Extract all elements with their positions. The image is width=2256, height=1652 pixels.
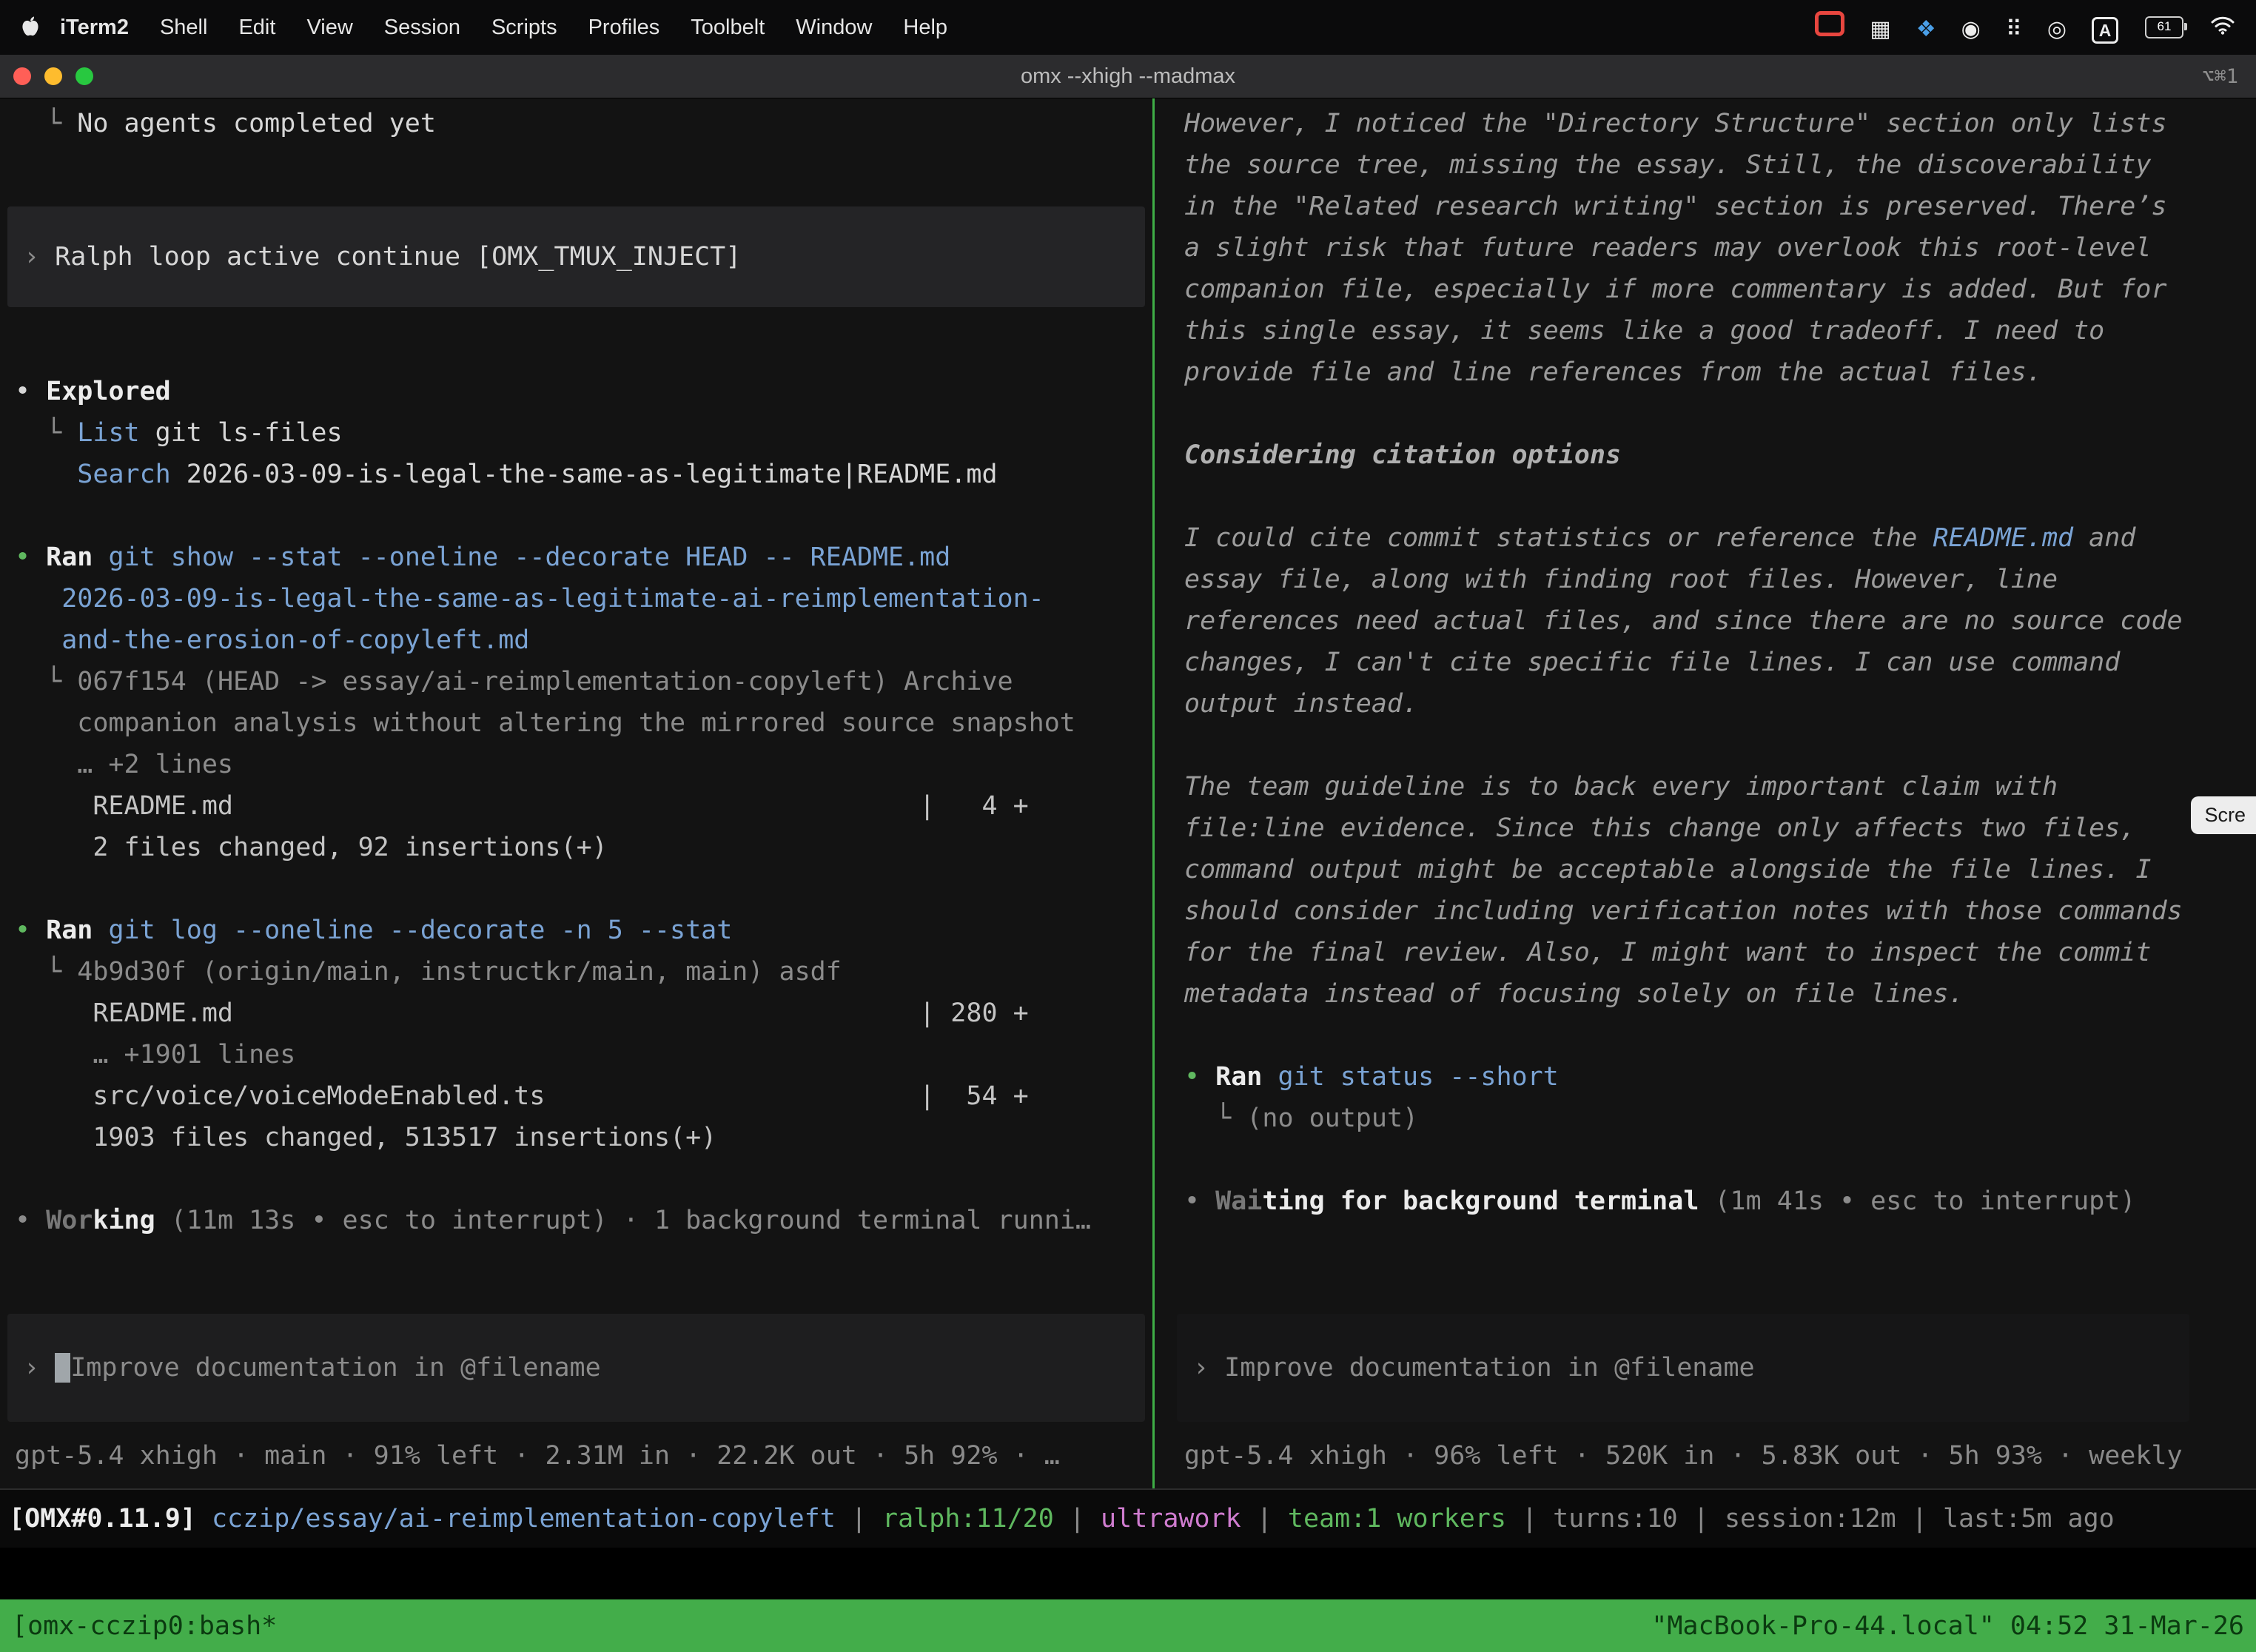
window-grid-icon[interactable]: ▦ [1870,16,1890,42]
menu-item-profiles[interactable]: Profiles [573,16,676,40]
terminal-line [15,495,1152,537]
terminal-line: Considering citation options [1184,434,2197,476]
terminal-line [1184,393,2197,434]
right-command-input[interactable]: › Improve documentation in @filename [1177,1314,2189,1422]
menu-bar-status-icons: ▦ ❖ ◉ ⠿ ◎ A 61 [1790,11,2235,44]
omx-status-line: [OMX#0.11.9] cczip/essay/ai-reimplementa… [9,1504,2115,1534]
clock-icon[interactable]: ◎ [2047,16,2067,42]
terminal-line [15,868,1152,910]
menu-item-toolbelt[interactable]: Toolbelt [675,16,780,40]
session-status-right: gpt-5.4 xhigh · 96% left · 520K in · 5.8… [1184,1435,2197,1477]
window-title-bar: omx --xhigh --madmax ⌥⌘1 [0,55,2256,98]
battery-icon[interactable]: 61 [2145,16,2183,38]
terminal-line: src/voice/voiceModeEnabled.ts | 54 + [15,1075,1152,1117]
terminal-line: I could cite commit statistics or refere… [1184,517,2197,725]
right-pane-spacer [1184,1222,2197,1314]
left-command-input[interactable]: › Improve documentation in @filename [7,1314,1145,1422]
terminal-line: However, I noticed the "Directory Struct… [1184,103,2197,393]
window-shortcut-badge: ⌥⌘1 [2202,65,2256,88]
terminal-line: • Ran git show --stat --oneline --decora… [15,537,1152,578]
apple-menu-icon[interactable] [21,16,40,38]
command-input-right[interactable]: › Improve documentation in @filename [1193,1347,1755,1389]
input-source-icon[interactable]: A [2092,17,2118,44]
terminal-line: 1903 files changed, 513517 insertions(+) [15,1117,1152,1158]
screen: iTerm2ShellEditViewSessionScriptsProfile… [0,0,2256,1652]
left-status-line: gpt-5.4 xhigh · main · 91% left · 2.31M … [15,1435,1152,1477]
tmux-session-label: [omx-cczip0:bash* [12,1611,277,1641]
tmux-status-bar: [omx-cczip0:bash* "MacBook-Pro-44.local"… [0,1599,2256,1652]
omx-status-bar: [OMX#0.11.9] cczip/essay/ai-reimplementa… [0,1488,2256,1548]
terminal-line [15,329,1152,371]
right-terminal-pane: However, I noticed the "Directory Struct… [1155,98,2256,1488]
terminal-line: 2026-03-09-is-legal-the-same-as-legitima… [15,578,1152,620]
ralph-inject-banner: › Ralph loop active continue [OMX_TMUX_I… [7,206,1145,307]
menu-item-scripts[interactable]: Scripts [476,16,573,40]
terminal-area: └ No agents completed yet › Ralph loop ac… [0,98,2256,1488]
wifi-icon[interactable] [2210,15,2235,41]
apps-grid-icon[interactable]: ⠿ [2006,16,2022,42]
menu-item-session[interactable]: Session [369,16,476,40]
terminal-line: and-the-erosion-of-copyleft.md [15,620,1152,661]
terminal-line: companion analysis without altering the … [15,702,1152,744]
terminal-line: • Working (11m 13s • esc to interrupt) ·… [15,1200,1152,1241]
terminal-line [1184,725,2197,766]
bottom-gap [0,1548,2256,1599]
terminal-line: └ No agents completed yet [15,103,1152,144]
swift-icon[interactable]: ❖ [1916,16,1936,42]
menu-item-edit[interactable]: Edit [223,16,291,40]
terminal-line [1184,1015,2197,1056]
left-terminal-pane: └ No agents completed yet › Ralph loop ac… [0,98,1152,1488]
right-status-line: gpt-5.4 xhigh · 96% left · 520K in · 5.8… [1184,1435,2197,1477]
menu-item-iterm2[interactable]: iTerm2 [44,16,144,40]
terminal-line: README.md | 280 + [15,993,1152,1034]
terminal-line: … +1901 lines [15,1034,1152,1075]
terminal-line: • Ran git status --short [1184,1056,2197,1098]
terminal-line: └ 067f154 (HEAD -> essay/ai-reimplementa… [15,661,1152,702]
terminal-line: README.md | 4 + [15,785,1152,827]
menu-item-help[interactable]: Help [887,16,963,40]
terminal-line: └ (no output) [1184,1098,2197,1139]
terminal-line [1184,476,2197,517]
terminal-line: Search 2026-03-09-is-legal-the-same-as-l… [15,454,1152,495]
menu-item-shell[interactable]: Shell [144,16,224,40]
menu-items: iTerm2ShellEditViewSessionScriptsProfile… [44,16,963,40]
terminal-line: 2 files changed, 92 insertions(+) [15,827,1152,868]
screen-share-tooltip[interactable]: Scre [2191,796,2256,834]
terminal-line: └ List git ls-files [15,412,1152,454]
menu-item-window[interactable]: Window [780,16,887,40]
camera-icon[interactable]: ◉ [1961,16,1981,42]
terminal-line: • Explored [15,371,1152,412]
terminal-line: └ 4b9d30f (origin/main, instructkr/main,… [15,951,1152,993]
terminal-line: … +2 lines [15,744,1152,785]
menu-item-view[interactable]: View [291,16,368,40]
window-title: omx --xhigh --madmax [0,64,2256,89]
terminal-line: The team guideline is to back every impo… [1184,766,2197,1015]
terminal-line: • Waiting for background terminal (1m 41… [1184,1181,2197,1222]
left-pane-spacer [15,1241,1152,1314]
screen-recording-icon[interactable] [1815,11,1844,36]
macos-menu-bar: iTerm2ShellEditViewSessionScriptsProfile… [0,0,2256,55]
tmux-host-clock: "MacBook-Pro-44.local" 04:52 31-Mar-26 [1651,1611,2244,1641]
session-status-left: gpt-5.4 xhigh · main · 91% left · 2.31M … [15,1435,1152,1477]
terminal-line: • Ran git log --oneline --decorate -n 5 … [15,910,1152,951]
terminal-line [15,144,1152,186]
command-input-left[interactable]: › Improve documentation in @filename [24,1347,601,1389]
battery-percent: 61 [2146,18,2182,36]
terminal-line [15,1158,1152,1200]
terminal-line [1184,1139,2197,1181]
